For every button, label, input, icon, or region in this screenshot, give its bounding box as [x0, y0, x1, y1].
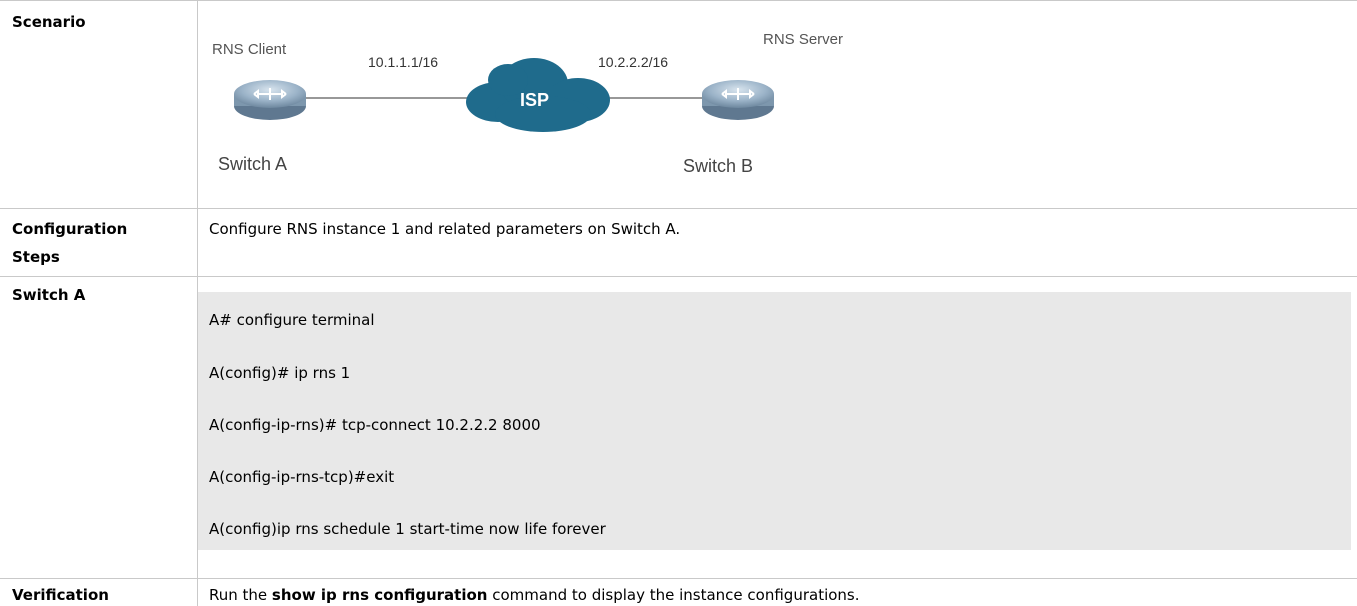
- configuration-label-line2: Steps: [12, 248, 60, 266]
- client-ip-label: 10.1.1.1/16: [368, 54, 438, 70]
- scenario-label: Scenario: [12, 13, 86, 31]
- isp-label: ISP: [520, 90, 549, 110]
- server-ip-label: 10.2.2.2/16: [598, 54, 668, 70]
- row-border-top: [0, 0, 1357, 1]
- switch-a-label: Switch A: [218, 154, 287, 174]
- code-line: A# configure terminal: [209, 311, 375, 329]
- verification-text-after: command to display the instance configur…: [487, 586, 860, 604]
- verification-text-before: Run the: [209, 586, 272, 604]
- verification-text: Run the show ip rns configuration comman…: [209, 586, 860, 604]
- switch-a-row-label: Switch A: [12, 286, 86, 304]
- document-table: Scenario RNS Client 10.1.1.1/16 10.2.2.2…: [0, 0, 1357, 606]
- rns-client-label: RNS Client: [212, 41, 287, 58]
- verification-label: Verification: [12, 586, 109, 604]
- configuration-steps-text: Configure RNS instance 1 and related par…: [209, 220, 681, 238]
- verification-command: show ip rns configuration: [271, 586, 488, 604]
- switch-b-label: Switch B: [683, 156, 753, 176]
- code-line: A(config-ip-rns)# tcp-connect 10.2.2.2 8…: [209, 416, 541, 434]
- row-border: [0, 276, 1357, 277]
- code-block: A# configure terminal A(config)# ip rns …: [198, 292, 1351, 550]
- row-border: [0, 578, 1357, 579]
- row-border: [0, 208, 1357, 209]
- network-diagram: RNS Client 10.1.1.1/16 10.2.2.2/16 RNS S…: [212, 31, 843, 176]
- switch-a-router-icon: [234, 80, 306, 120]
- code-line: A(config)ip rns schedule 1 start-time no…: [209, 520, 606, 538]
- configuration-label-line1: Configuration: [12, 220, 128, 238]
- rns-server-label: RNS Server: [763, 31, 843, 48]
- switch-b-router-icon: [702, 80, 774, 120]
- code-line: A(config-ip-rns-tcp)#exit: [209, 468, 395, 486]
- code-line: A(config)# ip rns 1: [209, 364, 351, 382]
